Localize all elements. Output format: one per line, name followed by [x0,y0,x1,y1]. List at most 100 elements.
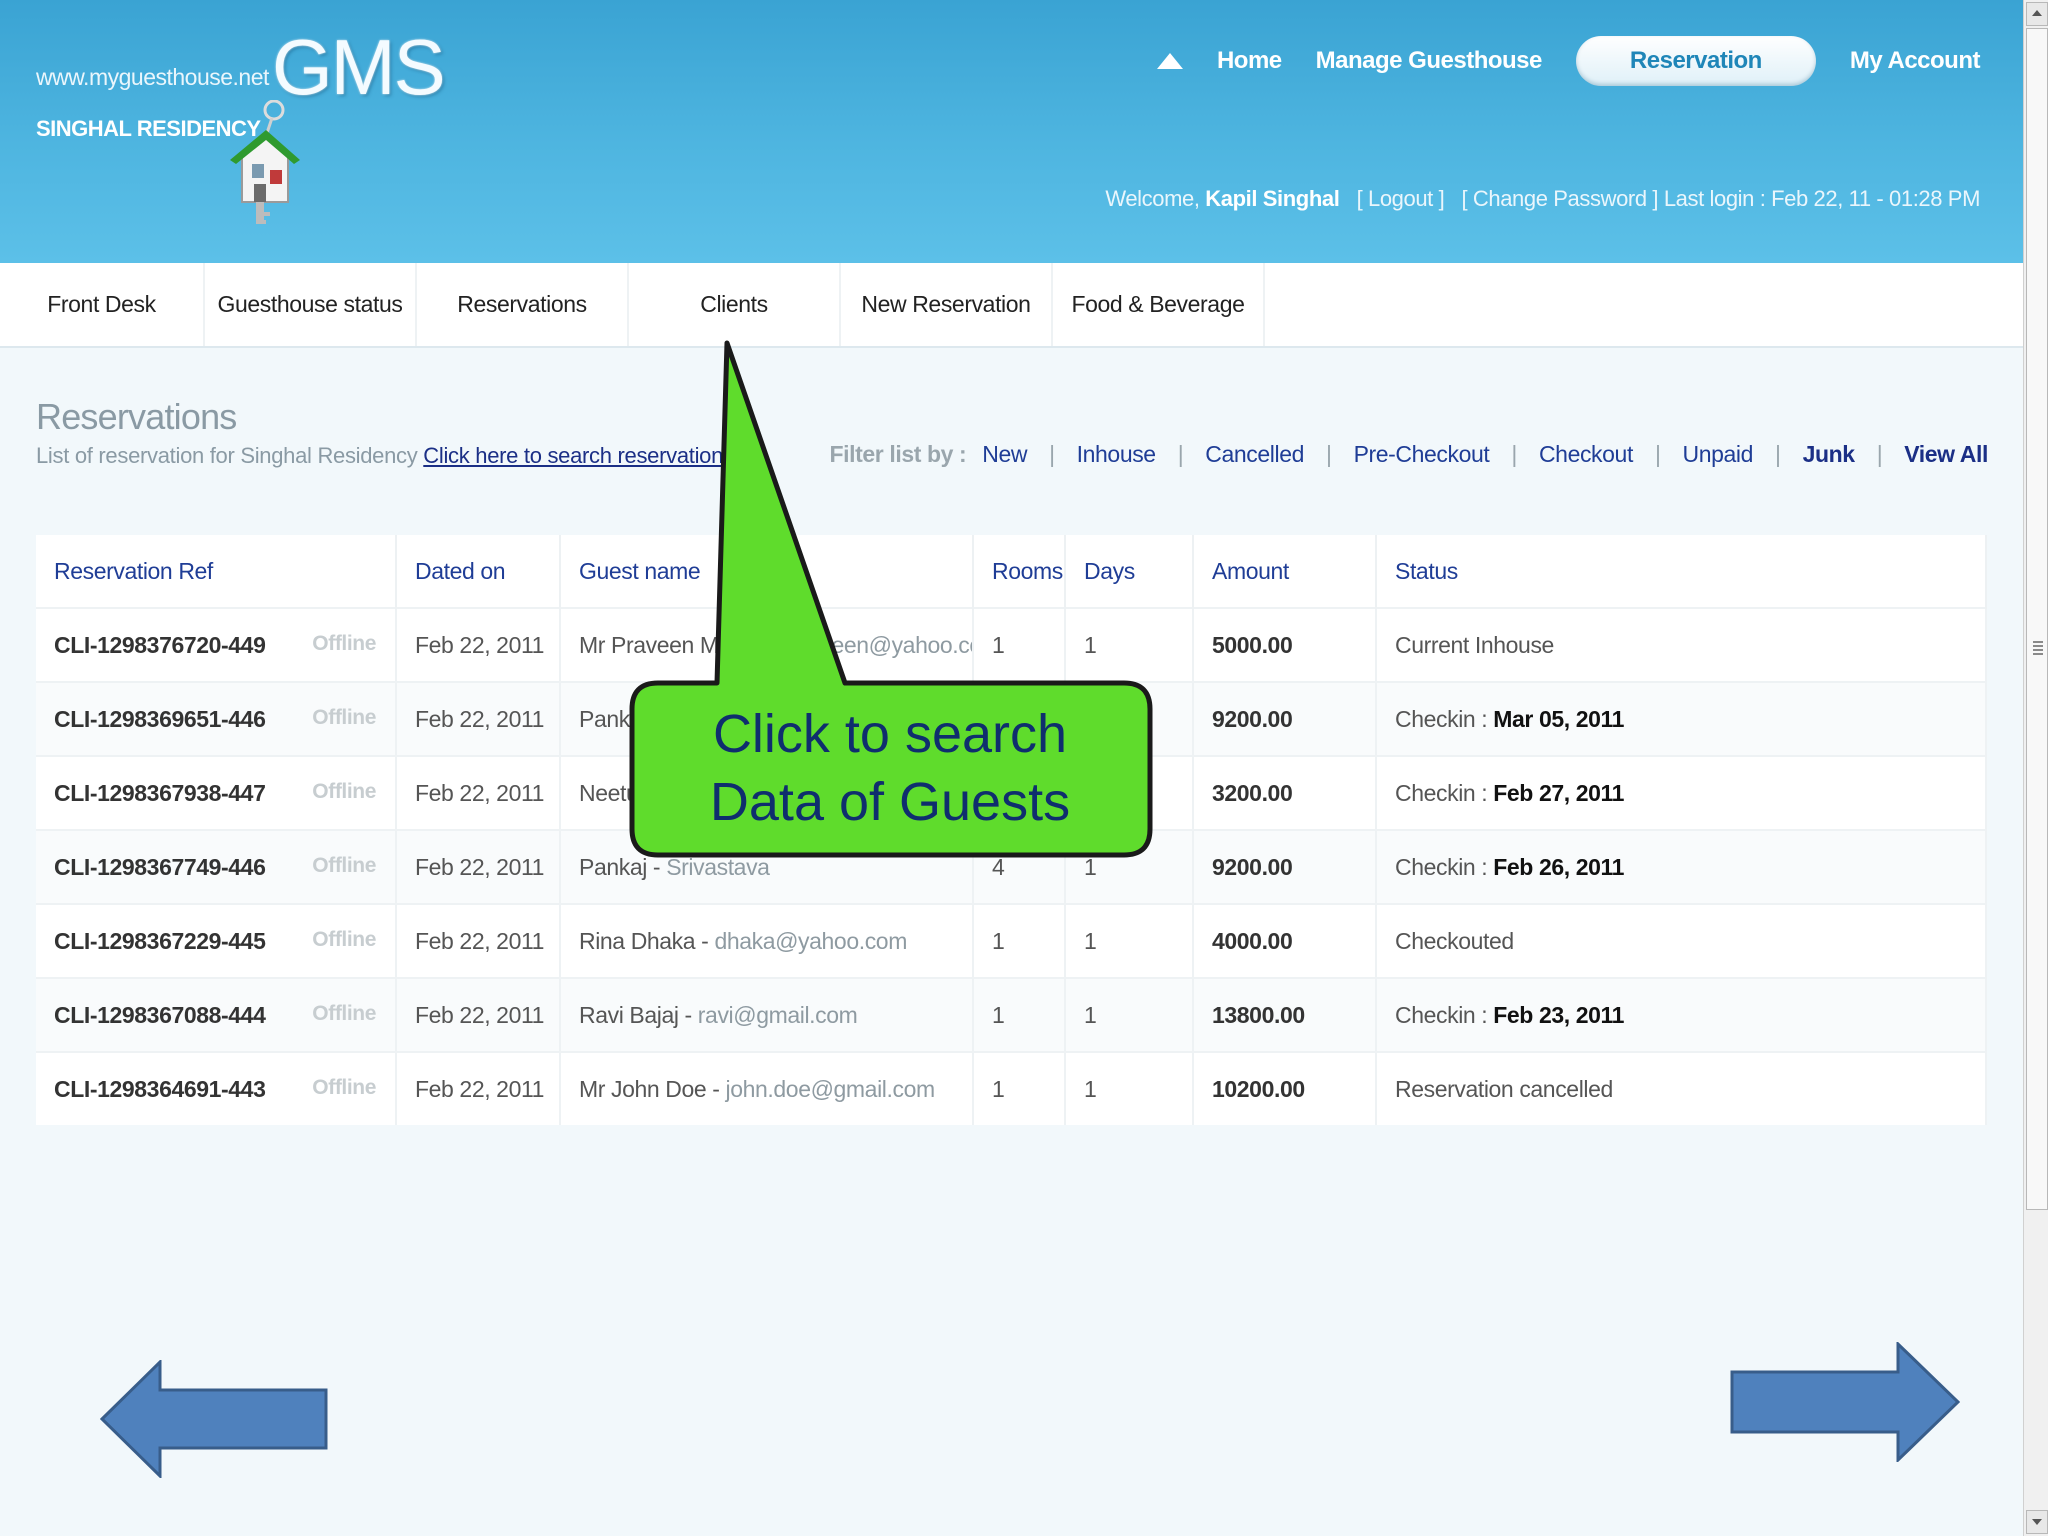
guest-name: Mr Praveen Mathur [579,631,770,658]
reservation-ref[interactable]: CLI-1298376720-449 [54,632,266,658]
amount-cell: 4000.00 [1193,903,1377,978]
reservation-ref-cell[interactable]: CLI-1298367938-447 Offline [36,755,397,830]
table-header-row: Reservation Ref Dated on Guest name Room… [36,535,1987,608]
col-rooms[interactable]: Rooms [973,535,1066,608]
filter-divider: | [1654,441,1661,467]
nav-my-account[interactable]: My Account [1850,47,1981,75]
filter-cancelled[interactable]: Cancelled [1205,441,1304,468]
table-row[interactable]: CLI-1298367749-446 Offline Feb 22, 2011 Pan… [36,829,1987,904]
dated-on-cell: Feb 22, 2011 [396,977,561,1052]
amount-cell: 9200.00 [1193,829,1377,904]
filter-inhouse[interactable]: Inhouse [1077,441,1156,468]
last-login: Last login : Feb 22, 11 - 01:28 PM [1663,186,1981,211]
status-cell: Checkouted [1376,903,1987,978]
reservation-ref[interactable]: CLI-1298364691-443 [54,1076,266,1102]
dated-on-cell: Feb 22, 2011 [396,1051,561,1125]
tab-food-beverage[interactable]: Food & Beverage [1053,263,1265,346]
guest-cell: Rina Dhaka - dhaka@yahoo.com [560,903,974,978]
scroll-up-button[interactable] [2026,2,2048,26]
filter-new[interactable]: New [982,441,1027,468]
days-cell: 1 [1065,829,1194,904]
booking-mode: Offline [312,1075,376,1099]
tab-guesthouse-status[interactable]: Guesthouse status [205,263,417,346]
tab-bar: Front Desk Guesthouse status Reservation… [0,263,2024,348]
guest-cell: Mr Praveen Mathur - praveen@yahoo.com [560,607,974,682]
col-guest-name[interactable]: Guest name [560,535,974,608]
search-reservations-link[interactable]: Click here to search reservations [423,443,734,468]
reservation-ref-cell[interactable]: CLI-1298369651-446 Offline [36,681,397,756]
nav-home[interactable]: Home [1217,47,1282,75]
col-dated-on[interactable]: Dated on [396,535,561,608]
col-amount[interactable]: Amount [1193,535,1377,608]
status-text: Checkin : [1395,705,1494,732]
dated-on-cell: Feb 22, 2011 [396,755,561,830]
days-cell: 1 [1065,1051,1194,1125]
filter-divider: | [1049,441,1055,467]
status-date: Feb 23, 2011 [1493,1001,1625,1028]
tab-clients[interactable]: Clients [629,263,841,346]
reservation-ref-cell[interactable]: CLI-1298367088-444 Offline [36,977,397,1052]
dated-on-cell: Feb 22, 2011 [396,681,561,756]
status-text: Current Inhouse [1395,631,1554,658]
reservation-ref-cell[interactable]: CLI-1298376720-449 Offline [36,607,397,682]
guest-name: Pankaj [579,853,647,880]
rooms-cell: 1 [973,607,1066,682]
filter-divider: | [1325,441,1332,467]
left-arrow-icon[interactable] [100,1360,330,1478]
tab-reservations[interactable]: Reservations [417,263,629,346]
tab-front-desk[interactable]: Front Desk [0,263,205,346]
vertical-scrollbar[interactable] [2023,0,2048,1536]
reservation-ref[interactable]: CLI-1298367938-447 [54,780,266,806]
amount-cell: 9200.00 [1193,681,1377,756]
dated-on-cell: Feb 22, 2011 [396,829,561,904]
table-row[interactable]: CLI-1298376720-449 Offline Feb 22, 2011 Mr … [36,607,1987,682]
reservation-ref-cell[interactable]: CLI-1298367229-445 Offline [36,903,397,978]
status-text: Checkouted [1395,927,1514,954]
page-title: Reservations [36,396,237,437]
filter-unpaid[interactable]: Unpaid [1683,441,1754,468]
reservation-ref[interactable]: CLI-1298369651-446 [54,706,266,732]
amount-cell: 5000.00 [1193,607,1377,682]
booking-mode: Offline [312,779,376,803]
table-row[interactable]: CLI-1298367088-444 Offline Feb 22, 2011 Rav… [36,977,1987,1052]
col-reservation-ref[interactable]: Reservation Ref [36,535,397,608]
top-nav: Home Manage Guesthouse Reservation My Ac… [1156,36,1981,86]
days-cell: 1 [1065,977,1194,1052]
reservation-ref-cell[interactable]: CLI-1298367749-446 Offline [36,829,397,904]
scroll-thumb[interactable] [2026,28,2048,1210]
guest-email: praveen@yahoo.com [788,631,971,658]
filter-pre-checkout[interactable]: Pre-Checkout [1354,441,1490,468]
up-arrow-icon[interactable] [1156,53,1183,69]
rooms-cell: 1 [973,903,1066,978]
table-row[interactable]: CLI-1298364691-443 Offline Feb 22, 2011 Mr … [36,1051,1987,1125]
change-password-link[interactable]: [ Change Password ] [1461,186,1658,211]
site-url: www.myguesthouse.net [36,64,269,90]
right-arrow-icon[interactable] [1728,1342,1960,1462]
nav-manage-guesthouse[interactable]: Manage Guesthouse [1316,47,1543,75]
status-date: Feb 26, 2011 [1493,853,1625,880]
col-status[interactable]: Status [1376,535,1987,608]
reservation-ref[interactable]: CLI-1298367749-446 [54,854,266,880]
table-row[interactable]: CLI-1298367229-445 Offline Feb 22, 2011 Rin… [36,903,1987,978]
guest-email: ravi@gmail.com [697,1001,858,1028]
app-header: www.myguesthouse.net GMS SINGHAL RESIDEN… [0,0,2024,263]
filter-view-all[interactable]: View All [1904,441,1988,468]
reservation-ref[interactable]: CLI-1298367088-444 [54,1002,266,1028]
rooms-cell: 1 [973,977,1066,1052]
callout-text: Click to search Data of Guests [640,700,1140,836]
status-cell: Reservation cancelled [1376,1051,1987,1125]
house-keychain-icon [230,100,300,224]
col-days[interactable]: Days [1065,535,1194,608]
reservation-ref-cell[interactable]: CLI-1298364691-443 Offline [36,1051,397,1125]
tab-new-reservation[interactable]: New Reservation [841,263,1053,346]
scroll-down-button[interactable] [2026,1510,2048,1534]
logout-link[interactable]: [ Logout ] [1357,186,1445,211]
guest-name: Ravi Bajaj [579,1001,679,1028]
nav-reservation[interactable]: Reservation [1575,36,1816,86]
filter-checkout[interactable]: Checkout [1539,441,1633,468]
filter-junk[interactable]: Junk [1803,441,1855,468]
reservation-ref[interactable]: CLI-1298367229-445 [54,928,266,954]
dated-on-cell: Feb 22, 2011 [396,903,561,978]
scroll-down-icon [2032,1519,2042,1525]
status-cell: Checkin : Feb 23, 2011 [1376,977,1987,1052]
